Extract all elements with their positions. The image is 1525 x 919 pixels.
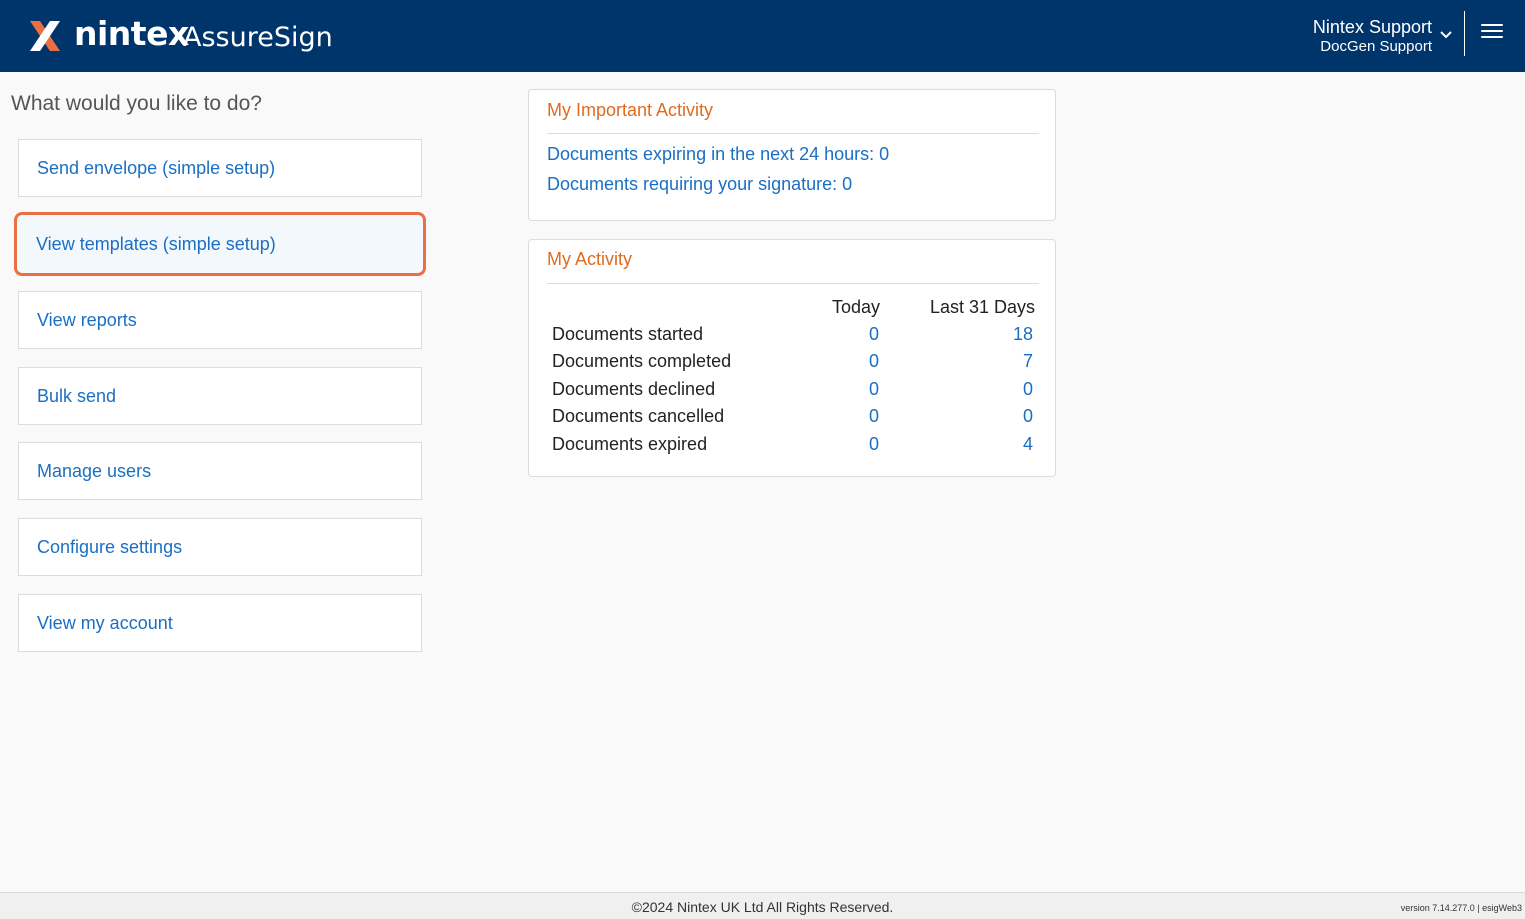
value-last-31-days[interactable]: 4 [1023,434,1033,455]
value-today[interactable]: 0 [869,406,879,427]
card-title: My Activity [547,249,633,269]
send-envelope-button[interactable]: Send envelope (simple setup) [18,139,422,197]
important-activity-card: My Important Activity Documents expiring… [528,89,1056,221]
column-header-last-31-days: Last 31 Days [930,297,1036,317]
top-navigation-bar: nintex AssureSign Nintex Support DocGen … [0,0,1525,72]
header-divider [1464,11,1465,56]
nintex-x-logo-icon [30,21,60,51]
row-label: Documents declined [552,379,716,399]
brand-name: nintex [74,14,189,53]
view-templates-button[interactable]: View templates (simple setup) [14,212,426,276]
value-today[interactable]: 0 [869,379,879,400]
user-name: Nintex Support [1312,17,1432,37]
user-menu[interactable]: Nintex Support DocGen Support [1313,16,1432,56]
column-header-today: Today [832,297,881,317]
row-label: Documents started [552,324,704,344]
value-last-31-days[interactable]: 7 [1023,351,1033,372]
version-text: version 7.14.277.0 | esigWeb3 [1400,903,1522,913]
value-last-31-days[interactable]: 18 [1013,324,1033,345]
configure-settings-button[interactable]: Configure settings [18,518,422,576]
bulk-send-button[interactable]: Bulk send [18,367,422,425]
row-label: Documents cancelled [552,406,725,426]
row-label: Documents expired [552,434,708,454]
value-today[interactable]: 0 [869,324,879,345]
card-divider [547,133,1039,134]
value-today[interactable]: 0 [869,434,879,455]
expiring-documents-link[interactable]: Documents expiring in the next 24 hours:… [547,144,889,165]
value-last-31-days[interactable]: 0 [1023,406,1033,427]
page-prompt: What would you like to do? [11,92,262,115]
manage-users-button[interactable]: Manage users [18,442,422,500]
view-my-account-button[interactable]: View my account [18,594,422,652]
brand-product: AssureSign [183,22,333,53]
copyright-text: ©2024 Nintex UK Ltd All Rights Reserved. [631,899,894,915]
view-reports-button[interactable]: View reports [18,291,422,349]
activity-card: My Activity Today Last 31 Days Documents… [528,239,1056,477]
card-title: My Important Activity [547,100,714,120]
signature-required-link[interactable]: Documents requiring your signature: 0 [547,174,852,195]
value-last-31-days[interactable]: 0 [1023,379,1033,400]
hamburger-menu-icon[interactable] [1481,24,1503,42]
card-divider [547,283,1039,284]
chevron-down-icon[interactable] [1439,28,1453,42]
value-today[interactable]: 0 [869,351,879,372]
row-label: Documents completed [552,351,732,371]
user-organization: DocGen Support [1320,38,1432,55]
page-footer: ©2024 Nintex UK Ltd All Rights Reserved.… [0,892,1525,919]
